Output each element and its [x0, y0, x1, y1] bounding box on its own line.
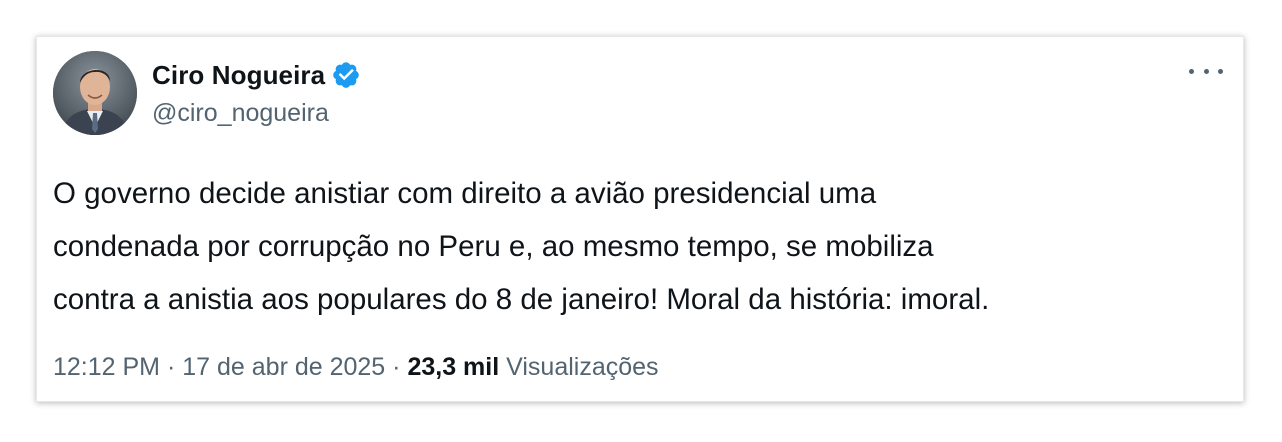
views-label[interactable]: Visualizações [506, 353, 658, 381]
views-count[interactable]: 23,3 mil [407, 353, 499, 381]
tweet-date[interactable]: 17 de abr de 2025 [182, 353, 385, 381]
more-dot [1218, 68, 1223, 74]
more-dot [1189, 68, 1194, 74]
meta-separator: · [166, 353, 176, 381]
verified-badge-icon[interactable] [331, 60, 361, 90]
tweet-text: O governo decide anistiar com direito a … [53, 177, 990, 316]
author-display-name[interactable]: Ciro Nogueira [152, 60, 325, 91]
tweet-card[interactable]: Ciro Nogueira @ciro_nogueira O governo d… [36, 36, 1244, 402]
tweet-time[interactable]: 12:12 PM [53, 353, 160, 381]
author-name-row: Ciro Nogueira [152, 57, 361, 93]
avatar[interactable] [53, 51, 137, 135]
tweet-metadata: 12:12 PM · 17 de abr de 2025 · 23,3 mil … [53, 353, 659, 382]
meta-separator: · [392, 353, 401, 381]
more-horizontal-icon[interactable] [1189, 59, 1223, 83]
more-dot [1203, 68, 1209, 74]
author-handle[interactable]: @ciro_nogueira [152, 99, 329, 128]
